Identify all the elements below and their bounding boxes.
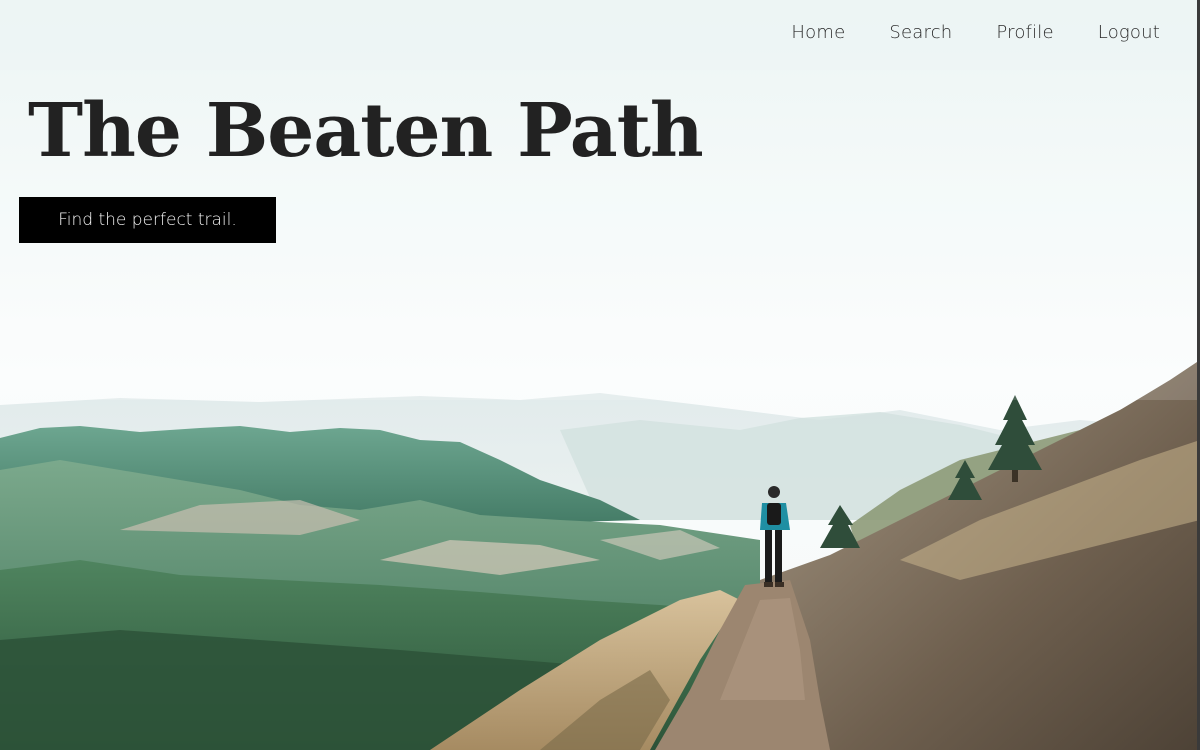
main-nav: Home Search Profile Logout: [791, 22, 1160, 43]
nav-home-link[interactable]: Home: [791, 22, 845, 43]
site-title: The Beaten Path: [28, 88, 704, 174]
top-navigation-bar: Home Search Profile Logout: [0, 0, 1200, 70]
nav-profile-link[interactable]: Profile: [996, 22, 1053, 43]
nav-logout-link[interactable]: Logout: [1098, 22, 1160, 43]
nav-search-link[interactable]: Search: [889, 22, 952, 43]
find-trail-button[interactable]: Find the perfect trail.: [19, 197, 276, 243]
landing-page: Home Search Profile Logout The Beaten Pa…: [0, 0, 1200, 750]
